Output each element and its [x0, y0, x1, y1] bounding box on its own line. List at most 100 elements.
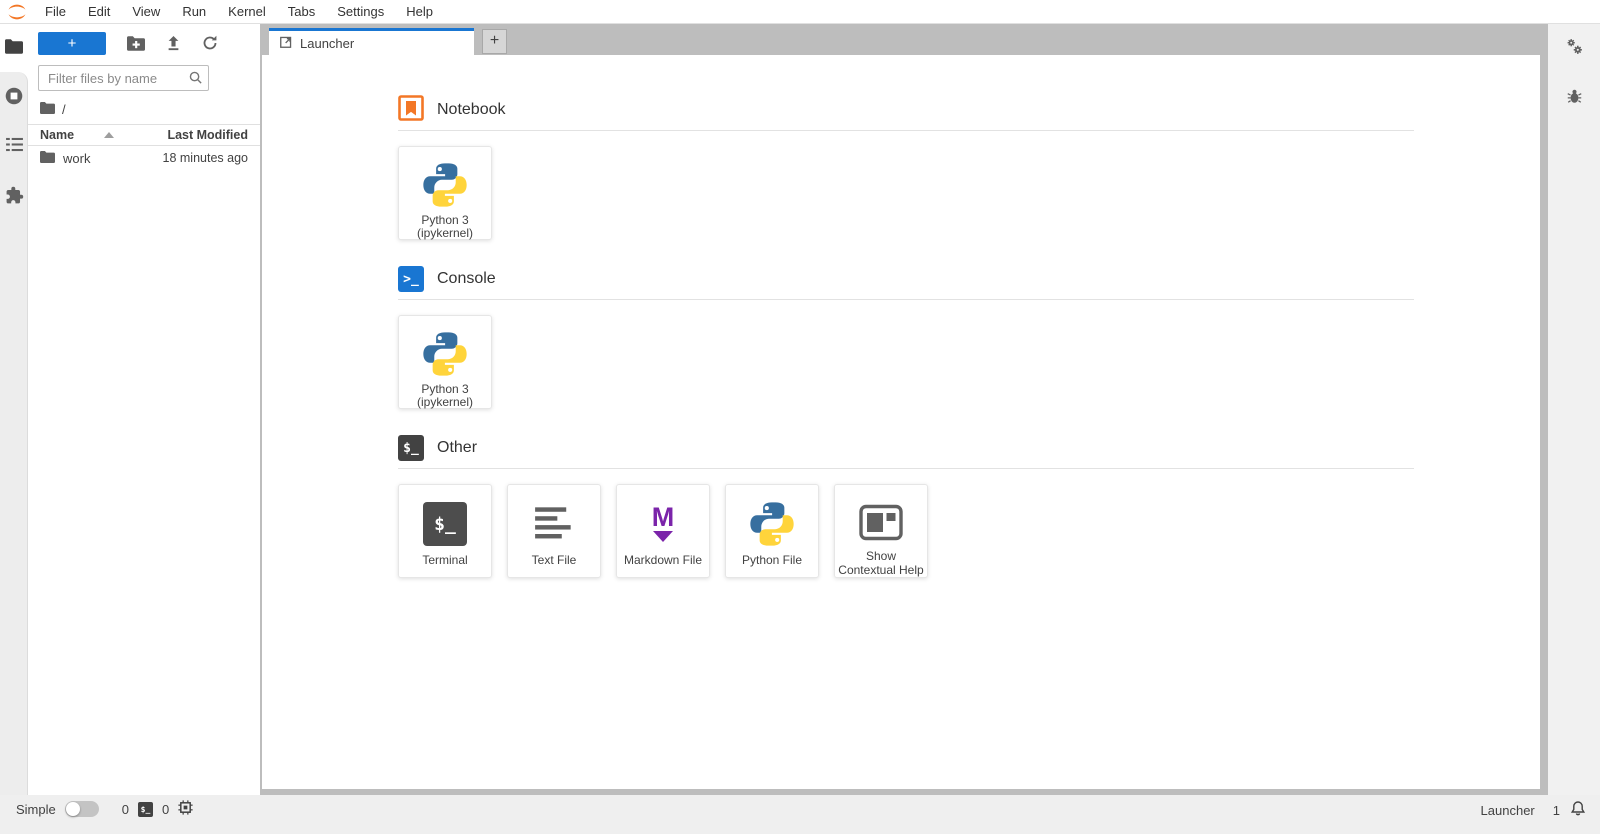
card-label: Terminal: [422, 553, 468, 567]
file-browser-panel: + / Name Last Modified: [28, 24, 260, 795]
launcher-tab-icon: [279, 35, 293, 52]
menu-view[interactable]: View: [121, 0, 171, 24]
launcher-card-python-file[interactable]: Python File: [725, 484, 819, 578]
menu-help[interactable]: Help: [395, 0, 444, 24]
card-label: Python 3 (ipykernel): [416, 213, 473, 241]
sidebar-tab-table-of-contents[interactable]: [0, 137, 28, 157]
launcher-section-other: $_ Other $_ Terminal Text File M Markdow…: [398, 435, 1414, 578]
refresh-icon: [203, 35, 217, 50]
section-title: Other: [437, 439, 478, 456]
sort-ascending-icon[interactable]: [104, 132, 115, 138]
sidebar-tab-property-inspector[interactable]: [1548, 38, 1600, 60]
file-listing-header: Name Last Modified: [28, 124, 260, 146]
filter-files-input[interactable]: [38, 65, 209, 91]
menu-kernel[interactable]: Kernel: [217, 0, 277, 24]
kernels-count: 0: [161, 801, 170, 817]
kernel-chip-icon: [178, 800, 193, 818]
card-label: Python 3 (ipykernel): [416, 382, 473, 410]
launcher-card-notebook-python3[interactable]: Python 3 (ipykernel): [398, 146, 492, 240]
terminal-icon: $_: [423, 502, 467, 546]
file-last-modified: 18 minutes ago: [162, 151, 248, 165]
folder-icon: [40, 101, 55, 117]
console-icon: >_: [398, 266, 424, 292]
add-tab-button[interactable]: +: [482, 29, 507, 54]
new-folder-button[interactable]: [127, 35, 145, 51]
breadcrumb[interactable]: /: [28, 94, 260, 124]
sidebar-tab-running[interactable]: [0, 87, 28, 110]
launcher-section-console: >_ Console Python 3 (ipykernel): [398, 266, 1414, 409]
section-divider: [398, 299, 1414, 300]
simple-mode-toggle[interactable]: [64, 801, 99, 817]
running-sessions-icon: [5, 87, 23, 110]
file-browser-toolbar: +: [28, 24, 260, 62]
menu-file[interactable]: File: [34, 0, 77, 24]
sidebar-tab-debugger[interactable]: [1548, 88, 1600, 109]
upload-button[interactable]: [166, 35, 181, 51]
column-header-name[interactable]: Name: [40, 128, 74, 142]
terminal-section-icon: $_: [398, 435, 424, 461]
simple-mode-label: Simple: [16, 801, 56, 817]
current-activity-label: Launcher: [1480, 802, 1535, 818]
gears-icon: [1566, 38, 1583, 60]
tab-label: Launcher: [300, 35, 355, 51]
card-label: Markdown File: [623, 553, 703, 567]
left-rail-background: [0, 72, 28, 795]
main-dock-panel: Launcher + Notebook Python 3 (ipykernel)…: [260, 24, 1548, 795]
toggle-knob: [65, 802, 80, 816]
section-title: Console: [437, 270, 496, 287]
launcher-card-text-file[interactable]: Text File: [507, 484, 601, 578]
folder-icon: [40, 150, 55, 166]
sidebar-tab-extensions[interactable]: [0, 186, 28, 210]
markdown-icon: M: [652, 503, 674, 543]
menu-settings[interactable]: Settings: [326, 0, 395, 24]
tab-launcher[interactable]: Launcher: [269, 28, 474, 55]
puzzle-extension-icon: [5, 186, 24, 210]
column-header-last-modified[interactable]: Last Modified: [167, 128, 248, 142]
card-label: Python File: [741, 553, 803, 567]
search-icon: [188, 70, 203, 90]
left-sidebar-rail: [0, 24, 28, 795]
python-icon: [746, 497, 798, 551]
section-title: Notebook: [437, 101, 506, 118]
menu-run[interactable]: Run: [171, 0, 217, 24]
filter-files-box: [38, 65, 209, 91]
terminals-count: 0: [121, 801, 129, 817]
bug-icon: [1566, 88, 1582, 109]
menu-bar: File Edit View Run Kernel Tabs Settings …: [0, 0, 1600, 24]
menu-tabs[interactable]: Tabs: [277, 0, 326, 24]
sidebar-tab-file-browser[interactable]: [0, 39, 28, 59]
section-divider: [398, 130, 1414, 131]
file-name: work: [63, 150, 91, 166]
section-divider: [398, 468, 1414, 469]
contextual-help-icon: [859, 497, 903, 547]
jupyterlab-app: File Edit View Run Kernel Tabs Settings …: [0, 0, 1600, 834]
new-folder-icon: [127, 35, 145, 51]
jupyter-logo-icon: [0, 1, 34, 23]
bell-icon[interactable]: [1570, 800, 1586, 820]
card-label: Text File: [531, 553, 577, 567]
menu-edit[interactable]: Edit: [77, 0, 121, 24]
launcher-panel: Notebook Python 3 (ipykernel) >_ Console…: [262, 55, 1540, 789]
card-label: Show Contextual Help: [838, 549, 924, 577]
new-launcher-button[interactable]: +: [38, 31, 106, 55]
folder-icon: [5, 39, 23, 59]
launcher-card-console-python3[interactable]: Python 3 (ipykernel): [398, 315, 492, 409]
launcher-card-markdown-file[interactable]: M Markdown File: [616, 484, 710, 578]
upload-icon: [168, 35, 179, 51]
launcher-section-notebook: Notebook Python 3 (ipykernel): [398, 94, 1414, 240]
table-of-contents-icon: [5, 137, 23, 157]
notebook-icon: [398, 94, 424, 126]
python-icon: [419, 328, 471, 380]
notifications-count: 1: [1552, 802, 1560, 818]
launcher-card-show-contextual-help[interactable]: Show Contextual Help: [834, 484, 928, 578]
python-icon: [419, 159, 471, 211]
refresh-button[interactable]: [202, 35, 218, 51]
dock-tab-bar: Launcher +: [260, 24, 1548, 55]
status-bar: Simple 0 $_ 0 Launcher 1: [0, 795, 1600, 834]
terminal-status-icon: $_: [137, 801, 153, 817]
sessions-status[interactable]: 0 $_ 0: [122, 800, 193, 818]
text-file-icon: [534, 497, 574, 551]
file-row-work[interactable]: work 18 minutes ago: [28, 146, 260, 170]
breadcrumb-root[interactable]: /: [62, 102, 66, 117]
launcher-card-terminal[interactable]: $_ Terminal: [398, 484, 492, 578]
